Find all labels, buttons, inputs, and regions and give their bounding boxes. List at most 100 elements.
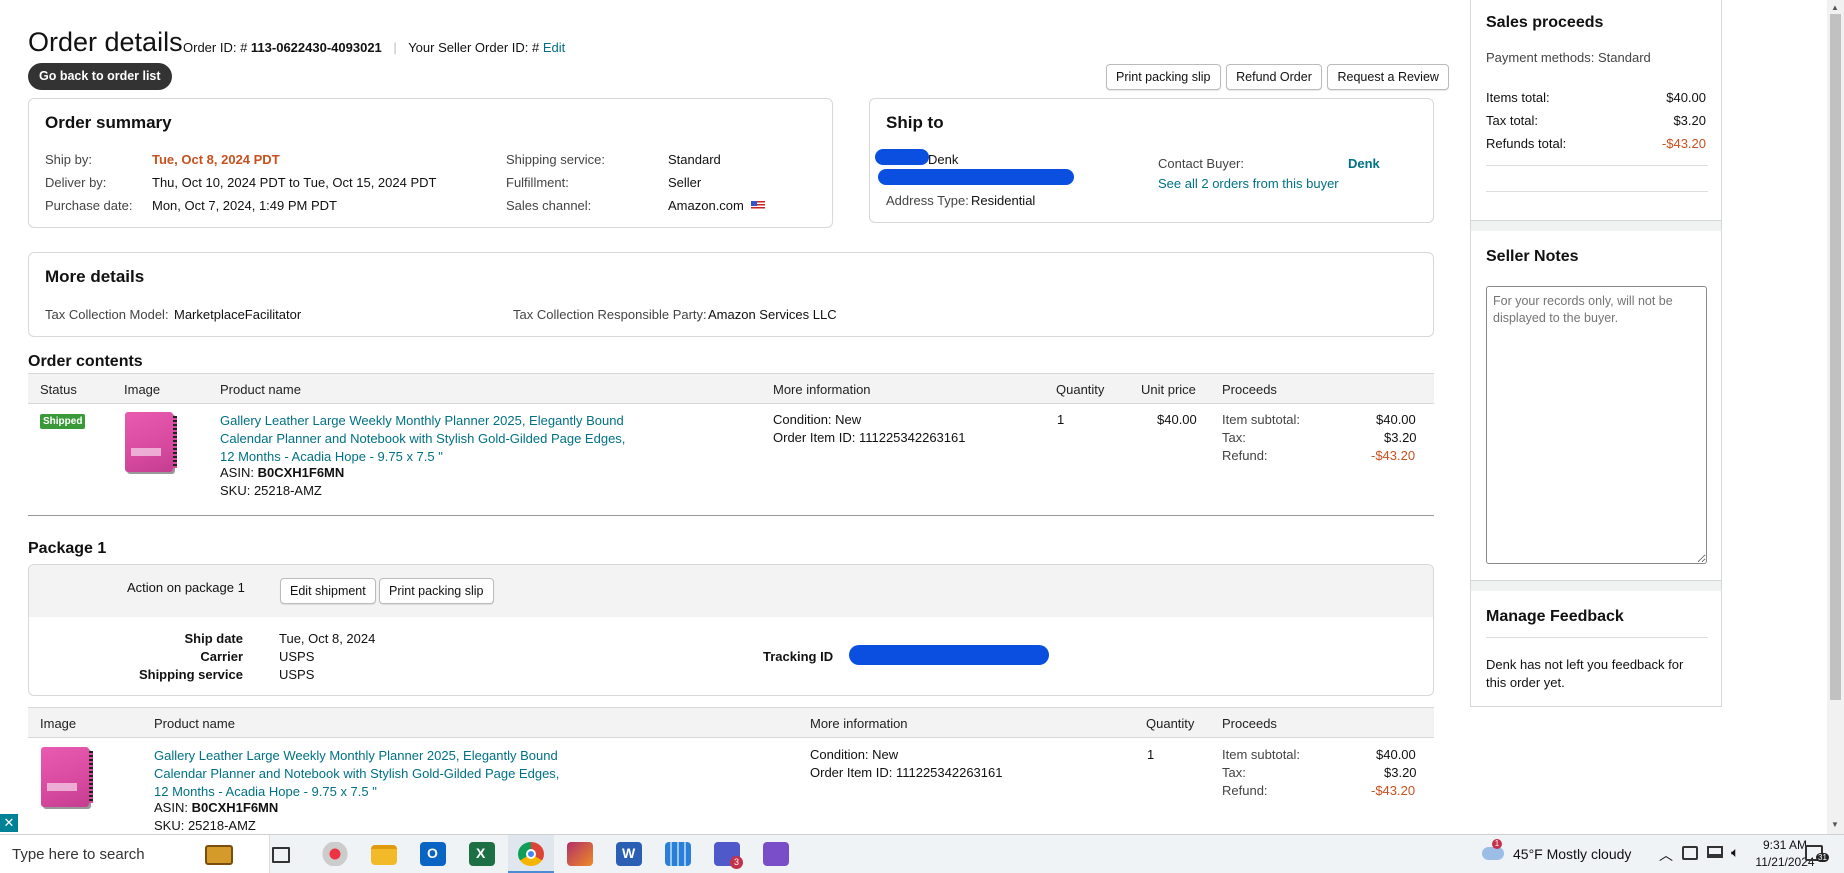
excel-icon[interactable]: X — [469, 842, 495, 866]
more-details-title: More details — [45, 267, 145, 286]
scrollbar-thumb[interactable] — [1830, 14, 1841, 700]
sidebar-separator-2 — [1470, 581, 1722, 591]
header-actions: Print packing slip Refund Order Request … — [1106, 64, 1449, 90]
volume-icon[interactable]: 🔈︎ — [1731, 844, 1739, 861]
refunds-total-label: Refunds total: — [1486, 136, 1567, 151]
refunds-total-value: -$43.20 — [1661, 136, 1706, 151]
item-subtotal-label: Item subtotal: — [1222, 412, 1301, 427]
col-quantity: Quantity — [1056, 382, 1105, 397]
request-review-button[interactable]: Request a Review — [1327, 64, 1449, 90]
ship-date-value: Tue, Oct 8, 2024 — [279, 631, 376, 646]
weather-text[interactable]: 45°F Mostly cloudy — [1513, 846, 1631, 862]
service-value: USPS — [279, 667, 315, 682]
sales-proceeds-title: Sales proceeds — [1486, 14, 1604, 31]
taskbar: Type here to search O X W 3 1 45°F Mostl… — [0, 834, 1844, 873]
tax-model-label: Tax Collection Model: — [45, 307, 169, 322]
product-name-link[interactable]: Gallery Leather Large Weekly Monthly Pla… — [220, 412, 625, 466]
seller-order-label: Your Seller Order ID: # — [408, 40, 540, 55]
edit-seller-order-link[interactable]: Edit — [543, 40, 565, 55]
manage-feedback-title: Manage Feedback — [1486, 608, 1624, 625]
order-contents-header: Status Image Product name More informati… — [28, 373, 1434, 404]
feedback-text-line-1: Denk has not left you feedback for — [1486, 657, 1684, 672]
copilot-icon[interactable] — [763, 842, 789, 866]
file-explorer-icon[interactable] — [371, 845, 397, 865]
package-product-name-link[interactable]: Gallery Leather Large Weekly Monthly Pla… — [154, 747, 559, 801]
proceeds-divider-2 — [1486, 191, 1708, 192]
sku: SKU: 25218-AMZ — [220, 483, 322, 498]
notification-count: 31 — [1816, 853, 1829, 862]
scroll-down-arrow-icon[interactable]: ▼ — [1831, 820, 1839, 829]
product-thumbnail — [125, 412, 177, 472]
package-print-slip-button[interactable]: Print packing slip — [379, 578, 494, 604]
pkg-asin-value: B0CXH1F6MN — [191, 800, 279, 815]
weather-icon: 1 — [1482, 839, 1504, 860]
proceeds-divider — [1486, 165, 1708, 166]
feedback-divider — [1486, 637, 1708, 638]
notifications-icon[interactable]: 31 — [1805, 845, 1829, 862]
divider — [28, 515, 1434, 516]
carrier-label: Carrier — [200, 649, 243, 664]
ship-by-label: Ship by: — [45, 152, 92, 167]
pkg-asin-label: ASIN: — [154, 800, 188, 815]
payment-methods: Payment methods: Standard — [1486, 50, 1651, 65]
see-all-orders-link[interactable]: See all 2 orders from this buyer — [1158, 176, 1339, 191]
teams-icon[interactable]: 3 — [714, 842, 743, 869]
contact-buyer-link[interactable]: Denk — [1348, 156, 1380, 171]
pkg-tax-label: Tax: — [1222, 765, 1246, 780]
close-icon[interactable]: ✕ — [0, 814, 18, 832]
items-total-label: Items total: — [1486, 90, 1550, 105]
screen-recorder-icon[interactable] — [322, 842, 348, 866]
redacted-address-block — [878, 169, 1074, 185]
taskbar-search-box[interactable]: Type here to search — [0, 835, 270, 873]
sales-proceeds-panel: Sales proceeds Payment methods: Standard… — [1470, 0, 1722, 221]
network-icon[interactable] — [1707, 846, 1723, 858]
refund-order-button[interactable]: Refund Order — [1226, 64, 1322, 90]
fulfillment-label: Fulfillment: — [506, 175, 569, 190]
tax-value: $3.20 — [1384, 430, 1417, 445]
taskbar-search-placeholder: Type here to search — [12, 846, 145, 863]
back-to-order-list-button[interactable]: Go back to order list — [28, 63, 172, 90]
calculator-icon[interactable] — [665, 842, 691, 866]
contact-buyer-label: Contact Buyer: — [1158, 156, 1244, 171]
scroll-up-arrow-icon[interactable]: ▲ — [1831, 3, 1839, 12]
chrome-icon[interactable] — [518, 842, 544, 866]
fulfillment-value: Seller — [668, 175, 702, 190]
tracking-id-label: Tracking ID — [763, 649, 834, 664]
package-table-header: Image Product name More information Quan… — [28, 707, 1434, 738]
deliver-by-label: Deliver by: — [45, 175, 107, 190]
asin-value: B0CXH1F6MN — [257, 465, 345, 480]
quantity: 1 — [1057, 412, 1065, 427]
show-hidden-icons-icon[interactable]: ︿ — [1659, 845, 1673, 865]
address-type-label: Address Type: — [886, 193, 969, 208]
edit-shipment-button[interactable]: Edit shipment — [280, 578, 376, 604]
sales-channel-label: Sales channel: — [506, 198, 592, 213]
package-title: Package 1 — [28, 540, 107, 557]
ship-to-card: Ship to Denk Address Type: Residential C… — [869, 98, 1434, 223]
security-icon[interactable] — [1682, 846, 1698, 860]
product-name-line-2: Calendar Planner and Notebook with Styli… — [220, 431, 626, 446]
pkg-sku: SKU: 25218-AMZ — [154, 818, 256, 833]
seller-notes-textarea[interactable] — [1486, 286, 1707, 564]
feedback-text-line-2: this order yet. — [1486, 675, 1565, 690]
page-scrollbar[interactable]: ▲ ▼ — [1827, 0, 1844, 834]
asin-label: ASIN: — [220, 465, 254, 480]
tax-model-value: MarketplaceFacilitator — [174, 307, 302, 322]
pkg-product-line-1: Gallery Leather Large Weekly Monthly Pla… — [154, 748, 558, 763]
seller-notes-panel: Seller Notes — [1470, 231, 1722, 581]
order-id-line: Order ID: # 113-0622430-4093021 | Your S… — [183, 40, 566, 55]
redacted-name-block — [875, 149, 929, 165]
pkg-refund-value: -$43.20 — [1371, 783, 1416, 798]
print-packing-slip-button[interactable]: Print packing slip — [1106, 64, 1221, 90]
purchase-date-value: Mon, Oct 7, 2024, 1:49 PM PDT — [152, 198, 337, 213]
word-icon[interactable]: W — [616, 842, 642, 866]
pkg-product-line-2: Calendar Planner and Notebook with Styli… — [154, 766, 560, 781]
outlook-icon[interactable]: O — [420, 842, 446, 866]
redacted-tracking-block — [849, 645, 1049, 665]
pkg-col-more-info: More information — [810, 716, 908, 731]
action-on-package-label: Action on package 1 — [127, 580, 245, 595]
seller-notes-title: Seller Notes — [1486, 248, 1579, 265]
col-more-info: More information — [773, 382, 871, 397]
snipping-tool-icon[interactable] — [567, 842, 593, 866]
pkg-col-image: Image — [40, 716, 77, 731]
task-view-icon[interactable] — [272, 847, 290, 863]
